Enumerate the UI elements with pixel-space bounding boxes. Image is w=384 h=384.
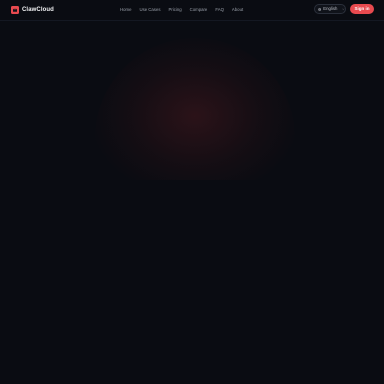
- chevron-down-icon: [342, 8, 345, 10]
- globe-icon: [318, 7, 322, 11]
- hero-glow: [95, 38, 295, 180]
- nav-link-faq[interactable]: FAQ: [215, 6, 224, 13]
- sign-in-button[interactable]: Sign in: [350, 4, 374, 14]
- main-menu: Home Use Cases Pricing Compare FAQ About: [120, 6, 243, 13]
- nav-link-pricing[interactable]: Pricing: [168, 6, 181, 13]
- nav-link-home[interactable]: Home: [120, 6, 131, 13]
- nav-link-compare[interactable]: Compare: [190, 6, 208, 13]
- top-navbar: ClawCloud Home Use Cases Pricing Compare…: [0, 0, 384, 21]
- claw-logo-icon: [11, 5, 19, 14]
- nav-link-about[interactable]: About: [232, 6, 243, 13]
- page: ClawCloud Home Use Cases Pricing Compare…: [0, 0, 384, 384]
- brand-name: ClawCloud: [22, 6, 54, 13]
- nav-link-use-cases[interactable]: Use Cases: [139, 6, 160, 13]
- language-label: English: [323, 6, 338, 11]
- brand[interactable]: ClawCloud: [11, 4, 54, 15]
- language-selector[interactable]: English: [314, 4, 346, 14]
